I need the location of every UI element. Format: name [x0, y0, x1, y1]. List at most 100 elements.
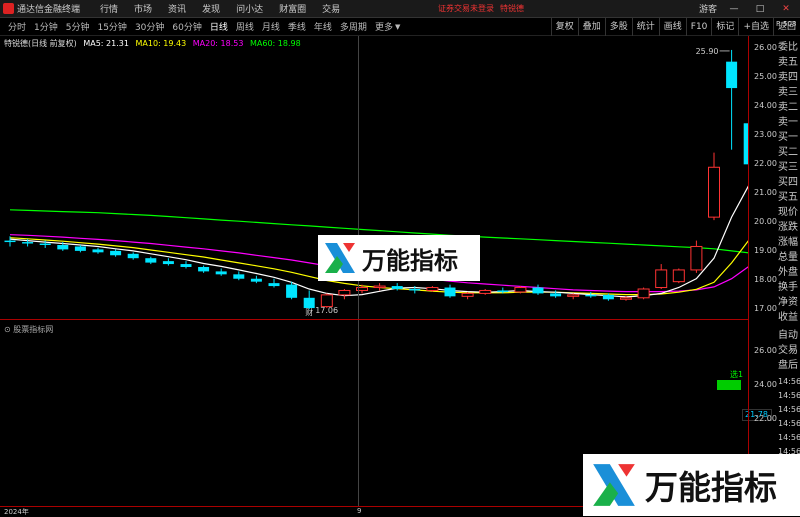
price-tick: 26.00 [754, 43, 777, 52]
login-status[interactable]: 证券交易未登录 [438, 3, 494, 14]
candle-body [444, 287, 456, 297]
candle-body [233, 274, 245, 279]
stock-name-tag: 特锐德 [500, 4, 524, 13]
candle-body [567, 294, 580, 297]
maximize-icon[interactable]: □ [750, 4, 770, 14]
candle-body [479, 289, 492, 294]
quote-panel-item: 总量 [778, 252, 798, 263]
candle-body [92, 249, 104, 253]
candle-body [74, 246, 86, 251]
stats-button[interactable]: 统计 [631, 18, 659, 36]
price-axis[interactable]: 26.00 25.00 24.00 23.00 22.00 21.00 20.0… [748, 36, 777, 506]
close-icon[interactable]: ✕ [776, 4, 796, 14]
quote-panel-item: 自动 [778, 330, 798, 341]
minimize-icon[interactable]: — [724, 4, 744, 14]
mark-button[interactable]: 标记 [711, 18, 738, 36]
watermark-text: 万能指标 [362, 246, 458, 275]
window-buttons: 游客 — □ ✕ [698, 2, 796, 16]
period-daily[interactable]: 日线 [210, 20, 228, 33]
quote-panel-item: 买一 [778, 132, 798, 143]
quote-panel-item: 卖四 [778, 72, 798, 83]
period-fenshi[interactable]: 分时 [8, 20, 26, 33]
candle-body [250, 278, 262, 282]
tool-buttons: 复权 叠加 多股 统计 画线 F10 标记 +自选 返回 [550, 18, 800, 36]
add-watchlist-button[interactable]: +自选 [738, 18, 773, 36]
quote-panel-item: 买三 [778, 162, 798, 173]
watermark-logo-large: 万能指标 [583, 454, 800, 516]
overlay-button[interactable]: 叠加 [577, 18, 605, 36]
period-yearly[interactable]: 年线 [314, 20, 332, 33]
quote-panel-item: 14:56 [778, 433, 800, 442]
watermark-emblem-icon [593, 464, 635, 506]
menu-item-faxian[interactable]: 发现 [202, 2, 220, 15]
sub-tick: 22.00 [754, 414, 777, 423]
buy-signal-bar [717, 380, 741, 390]
quote-panel-item: 收益 [778, 312, 798, 323]
period-quarterly[interactable]: 季线 [288, 20, 306, 33]
period-multi[interactable]: 多周期 [340, 20, 367, 33]
watermark-emblem-icon [325, 243, 355, 273]
menu-item-hangqing[interactable]: 行情 [100, 2, 118, 15]
period-monthly[interactable]: 月线 [262, 20, 280, 33]
buy-signal-label: 选1 [730, 370, 744, 379]
quote-panel-item: 交易 [778, 345, 798, 356]
sub-tick: 24.00 [754, 380, 777, 389]
quote-panel-item: 卖一 [778, 117, 798, 128]
quote-panel-item: 换手 [778, 282, 798, 293]
period-5min[interactable]: 5分钟 [66, 20, 90, 33]
menu-item-shichang[interactable]: 市场 [134, 2, 152, 15]
draw-button[interactable]: 画线 [658, 18, 686, 36]
quote-panel-item: 盘后 [778, 360, 798, 371]
quote-panel-item: 涨幅 [778, 237, 798, 248]
candle-body [672, 269, 685, 283]
dropdown-icon[interactable]: ▼ [395, 23, 400, 31]
price-tick: 20.00 [754, 217, 777, 226]
guest-button[interactable]: 游客 [698, 2, 718, 15]
candle-body [655, 269, 668, 289]
menu-item-jiaoyi[interactable]: 交易 [322, 2, 340, 15]
candle-body [127, 253, 139, 259]
candle-body [514, 287, 527, 293]
candle-body [215, 271, 227, 275]
period-15min[interactable]: 15分钟 [97, 20, 126, 33]
ma60-label: MA60: 18.98 [250, 39, 301, 48]
period-1min[interactable]: 1分钟 [34, 20, 58, 33]
period-30min[interactable]: 30分钟 [135, 20, 164, 33]
candle-body [198, 267, 210, 272]
candle-body [550, 293, 562, 297]
period-60min[interactable]: 60分钟 [172, 20, 201, 33]
watermark-text: 万能指标 [645, 468, 777, 507]
f10-button[interactable]: F10 [685, 18, 712, 36]
fuquan-button[interactable]: 复权 [550, 18, 578, 36]
quote-panel-item: 卖五 [778, 57, 798, 68]
price-tick: 24.00 [754, 101, 777, 110]
candle-body [409, 289, 421, 291]
quote-panel-item: 14:56 [778, 377, 800, 386]
quote-panel-item: 外盘 [778, 267, 798, 278]
quote-panel-item: 买二 [778, 147, 798, 158]
app-title: 通达信金融终端 [17, 5, 81, 15]
price-tick: 23.00 [754, 130, 777, 139]
multi-stock-button[interactable]: 多股 [604, 18, 632, 36]
period-weekly[interactable]: 周线 [236, 20, 254, 33]
quote-panel-item: 买五 [778, 192, 798, 203]
menu-item-zixun[interactable]: 资讯 [168, 2, 186, 15]
price-tick: 21.00 [754, 188, 777, 197]
quote-panel: 委比 卖五 卖四 卖三 卖二 卖一 买一 买二 买三 买四 买五 现价 涨跌 涨幅 总量 外盘 换手 净资 收益 自动… [776, 36, 800, 506]
ma10-label: MA10: 19.43 [135, 39, 187, 48]
candle-body [338, 289, 351, 296]
finance-marker: 财 [305, 307, 313, 317]
candle-body [585, 294, 597, 297]
pane-divider[interactable] [0, 319, 748, 320]
candle-body [690, 245, 703, 271]
candle-body [4, 240, 16, 243]
menu-item-wenxiaoda[interactable]: 问小达 [236, 2, 263, 15]
candle-body [162, 261, 174, 265]
period-toolbar: 分时 1分钟 5分钟 15分钟 30分钟 60分钟 日线 周线 月线 季线 年线… [0, 18, 800, 36]
ma5-label: MA5: 21.31 [83, 39, 129, 48]
quote-panel-item: 14:56 [778, 405, 800, 414]
menu-item-caifuquan[interactable]: 财富圈 [279, 2, 306, 15]
candle-body [620, 297, 632, 300]
candle-body [110, 250, 122, 256]
period-more[interactable]: 更多 [375, 20, 393, 33]
